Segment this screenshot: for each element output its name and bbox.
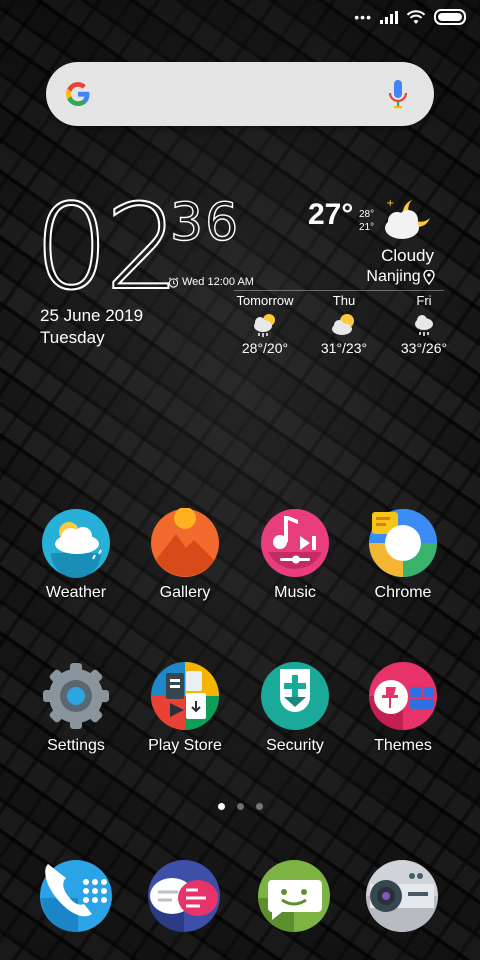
- mic-icon[interactable]: [388, 80, 408, 110]
- weather-condition: Cloudy: [381, 246, 434, 265]
- day-text: Tuesday: [40, 328, 105, 347]
- app-label: Play Store: [148, 737, 222, 754]
- app-label: Gallery: [159, 584, 211, 601]
- status-icons: •••: [354, 9, 466, 25]
- cloud-rain-icon: [415, 315, 433, 336]
- app-label: Weather: [45, 584, 107, 601]
- clock-minute[interactable]: 36: [169, 195, 240, 250]
- date-text: 25 June 2019: [40, 306, 144, 325]
- location-pin-icon: [423, 270, 435, 285]
- gallery-icon: [151, 508, 219, 577]
- app-gallery[interactable]: Gallery: [140, 508, 230, 602]
- messages-icon[interactable]: [146, 858, 222, 934]
- app-settings[interactable]: Settings: [31, 661, 121, 755]
- app-label: Themes: [374, 737, 432, 754]
- alarm-clock-icon: [168, 277, 179, 288]
- temp-low: 21°: [359, 222, 375, 233]
- page-dot[interactable]: [217, 803, 225, 810]
- app-chrome[interactable]: Chrome: [358, 508, 448, 602]
- clock-hour[interactable]: 02: [33, 187, 181, 307]
- battery-icon: [434, 9, 466, 25]
- forecast-temps: 33°/26°: [400, 340, 448, 356]
- forecast-thu[interactable]: Thu 31°/23°: [304, 293, 384, 356]
- rain-sun-icon: [254, 314, 275, 337]
- temp-high: 28°: [359, 209, 375, 220]
- google-search-bar[interactable]: [46, 62, 434, 126]
- themes-icon: [369, 662, 437, 730]
- temp-high-low: 28° 21°: [359, 208, 374, 234]
- page-dot[interactable]: [236, 803, 244, 810]
- next-alarm[interactable]: Wed 12:00 AM: [168, 276, 254, 288]
- chat-icon[interactable]: [256, 858, 332, 934]
- camera-icon[interactable]: [364, 858, 440, 934]
- play-store-icon: [151, 662, 219, 730]
- forecast-fri[interactable]: Fri 33°/26°: [384, 293, 464, 356]
- wifi-icon: [406, 9, 426, 24]
- phone-icon[interactable]: [38, 858, 114, 934]
- weather-icon: [42, 509, 110, 578]
- city-name: Nanjing: [366, 268, 421, 285]
- signal-icon: [380, 10, 398, 24]
- current-temperature[interactable]: 27°: [308, 198, 353, 232]
- settings-icon: [43, 663, 109, 729]
- forecast-temps: 28°/20°: [241, 340, 289, 356]
- app-security[interactable]: Security: [250, 661, 340, 755]
- wallpaper: [0, 0, 480, 960]
- forecast-tomorrow[interactable]: Tomorrow 28°/20°: [225, 293, 305, 356]
- partly-cloudy-icon: [332, 314, 354, 335]
- cloudy-moon-icon[interactable]: +: [378, 194, 436, 242]
- status-bar: •••: [0, 0, 480, 34]
- forecast-day-label: Fri: [416, 293, 432, 308]
- app-label: Music: [274, 584, 316, 601]
- more-notifications-icon: •••: [354, 9, 372, 25]
- page-dot[interactable]: [255, 803, 263, 810]
- forecast-temps: 31°/23°: [320, 340, 368, 356]
- google-logo: [66, 82, 90, 106]
- alarm-time: Wed 12:00 AM: [182, 276, 254, 288]
- app-weather[interactable]: Weather: [31, 508, 121, 602]
- app-label: Chrome: [374, 584, 432, 601]
- security-icon: [261, 662, 329, 730]
- app-label: Security: [266, 737, 324, 754]
- app-play-store[interactable]: Play Store: [140, 661, 230, 755]
- forecast-day-label: Tomorrow: [236, 293, 294, 308]
- app-music[interactable]: Music: [250, 508, 340, 602]
- chrome-icon: [369, 509, 437, 577]
- svg-text:+: +: [386, 198, 394, 209]
- app-label: Settings: [47, 737, 105, 754]
- weather-divider: [234, 290, 444, 291]
- music-icon: [261, 509, 329, 577]
- forecast-day-label: Thu: [332, 293, 356, 308]
- page-indicator: [0, 803, 480, 810]
- app-themes[interactable]: Themes: [358, 661, 448, 755]
